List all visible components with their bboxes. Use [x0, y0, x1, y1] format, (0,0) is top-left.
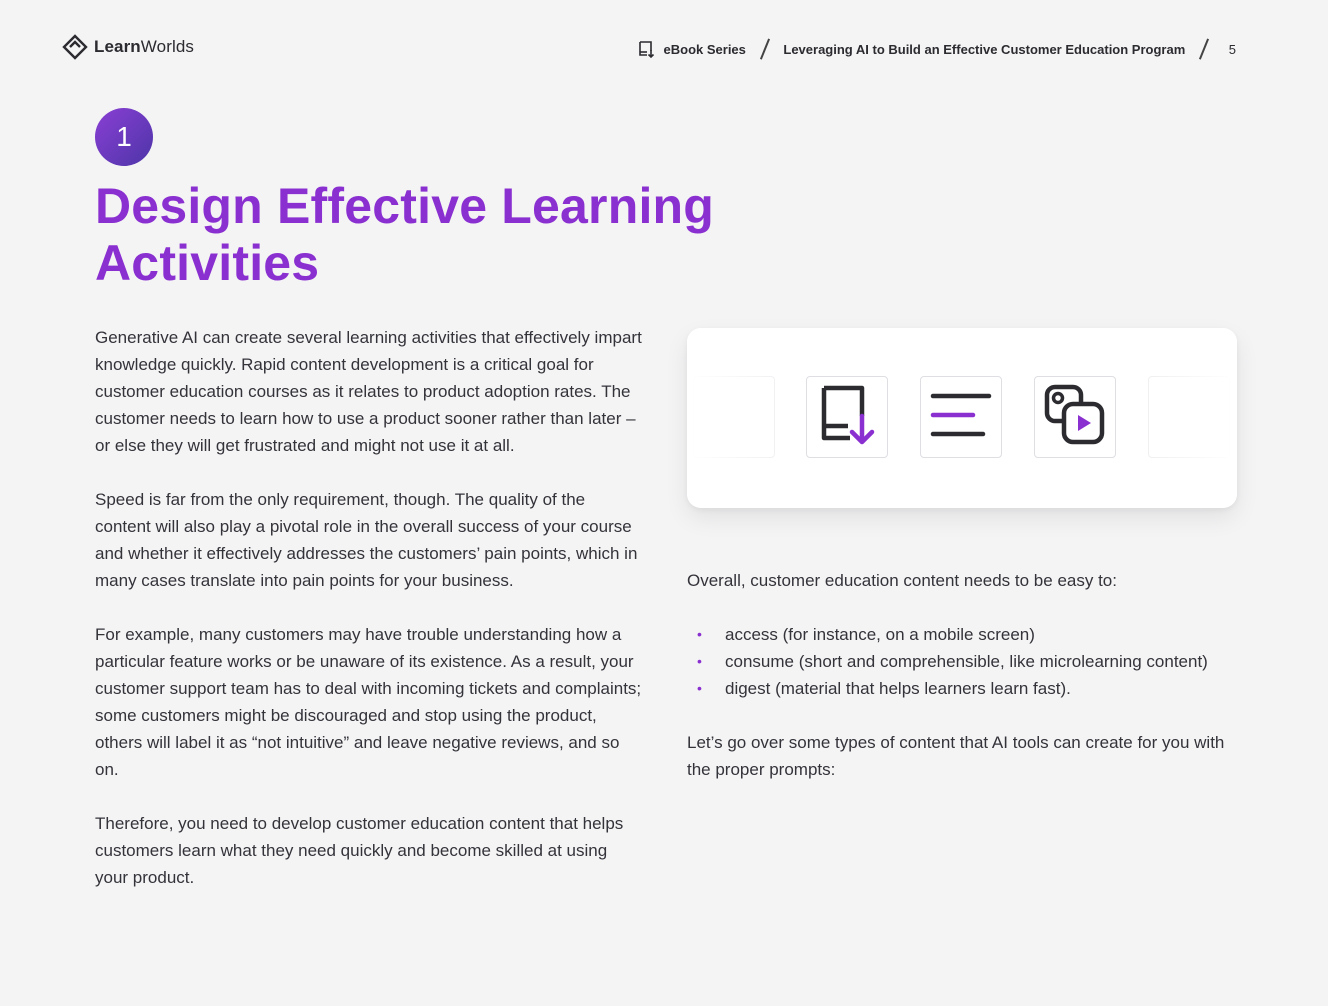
section-number-badge: 1	[95, 108, 153, 166]
closing-paragraph: Let’s go over some types of content that…	[687, 733, 1225, 779]
list-item-text: digest (material that helps learners lea…	[725, 679, 1071, 698]
content-types-illustration	[687, 328, 1237, 508]
body-paragraph: Therefore, you need to develop customer …	[95, 814, 624, 887]
bullet-icon: •	[697, 653, 702, 669]
logo-text: LearnWorlds	[94, 37, 194, 57]
breadcrumb-separator	[1199, 38, 1209, 60]
list-item: • access (for instance, on a mobile scree…	[687, 621, 1247, 648]
breadcrumb: eBook Series Leveraging AI to Build an E…	[638, 38, 1236, 60]
body-paragraph: For example, many customers may have tro…	[95, 625, 642, 779]
media-video-icon	[1042, 382, 1108, 453]
list-intro: Overall, customer education content need…	[687, 571, 1117, 590]
requirements-list: • access (for instance, on a mobile scree…	[687, 621, 1247, 702]
body-paragraph: Generative AI can create several learnin…	[95, 328, 642, 455]
text-lines-icon	[930, 390, 992, 445]
ebook-download-tile	[806, 376, 888, 458]
breadcrumb-title[interactable]: Leveraging AI to Build an Effective Cust…	[783, 42, 1185, 57]
fade-overlay	[687, 328, 807, 508]
breadcrumb-separator	[759, 38, 770, 60]
fade-overlay	[1127, 328, 1237, 508]
left-column: Generative AI can create several learnin…	[95, 324, 643, 918]
learnworlds-diamond-icon	[62, 34, 88, 60]
right-column: Overall, customer education content need…	[687, 567, 1247, 783]
bullet-icon: •	[697, 626, 702, 642]
bullet-icon: •	[697, 680, 702, 696]
breadcrumb-series[interactable]: eBook Series	[664, 42, 746, 57]
text-lines-tile	[920, 376, 1002, 458]
logo-text-regular: Worlds	[140, 37, 194, 56]
list-item-text: access (for instance, on a mobile screen…	[725, 625, 1035, 644]
media-video-tile	[1034, 376, 1116, 458]
logo-text-bold: Learn	[94, 37, 141, 56]
list-item: • consume (short and comprehensible, like…	[687, 648, 1247, 675]
page-number: 5	[1228, 41, 1236, 57]
body-paragraph: Speed is far from the only requirement, …	[95, 490, 638, 590]
ebook-icon	[638, 40, 656, 59]
list-item-text: consume (short and comprehensible, like …	[725, 652, 1208, 671]
section-title: Design Effective Learning Activities	[95, 178, 715, 291]
list-item: • digest (material that helps learners le…	[687, 675, 1247, 702]
logo[interactable]: LearnWorlds	[62, 34, 194, 60]
ebook-download-icon	[816, 382, 878, 453]
